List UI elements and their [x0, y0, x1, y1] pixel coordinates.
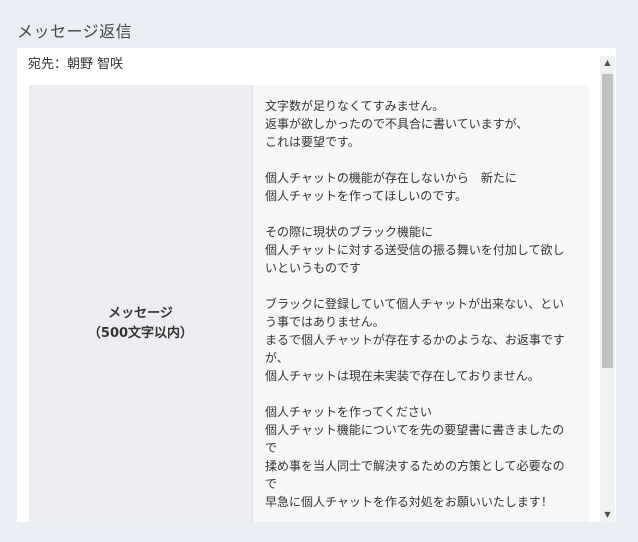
vertical-scrollbar[interactable]: ▲ ▼ — [600, 56, 615, 522]
message-value-cell: 文字数が足りなくてすみません。 返事が欲しかったので不具合に書いていますが、 こ… — [252, 85, 589, 522]
reply-panel: 宛先：朝野 智咲 メッセージ （500文字以内） 文字数が足りなくてすみません。… — [17, 48, 616, 522]
message-label: メッセージ （500文字以内） — [88, 304, 193, 344]
message-label-limit: （500文字以内） — [87, 325, 194, 341]
message-label-title: メッセージ — [108, 305, 173, 321]
message-body: 文字数が足りなくてすみません。 返事が欲しかったので不具合に書いていますが、 こ… — [265, 99, 565, 509]
scrollbar-thumb[interactable] — [602, 74, 613, 368]
message-table: メッセージ （500文字以内） 文字数が足りなくてすみません。 返事が欲しかった… — [29, 85, 589, 522]
page-title: メッセージ返信 — [17, 22, 133, 41]
recipient-label: 宛先：朝野 智咲 — [28, 57, 124, 72]
message-label-cell: メッセージ （500文字以内） — [29, 85, 252, 522]
scroll-down-arrow-icon[interactable]: ▼ — [600, 508, 615, 522]
scroll-up-arrow-icon[interactable]: ▲ — [600, 56, 615, 70]
